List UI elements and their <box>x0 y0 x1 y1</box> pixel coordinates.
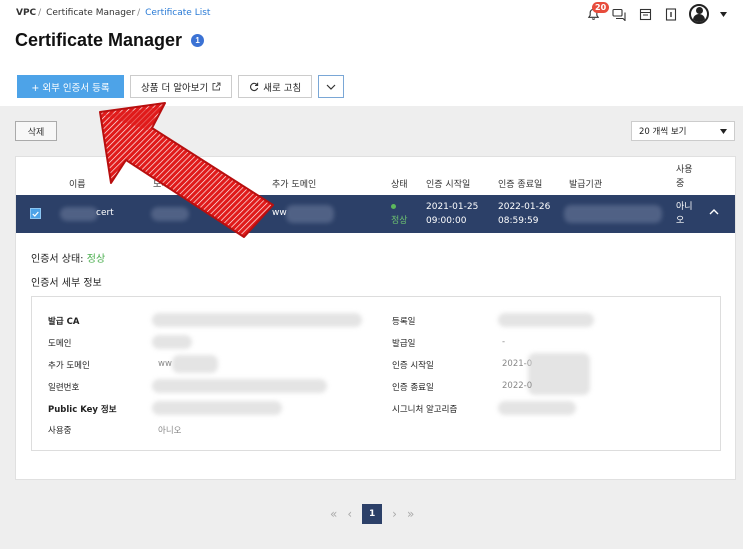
redacted-ca <box>152 313 362 327</box>
toolbar: + 외부 인증서 등록 상품 더 알아보기 새로 고침 <box>17 75 345 98</box>
redacted-signature <box>498 401 576 415</box>
notification-badge: 20 <box>592 2 610 13</box>
in-use-value: 아니오 <box>158 426 182 436</box>
refresh-button[interactable]: 새로 고침 <box>238 75 313 98</box>
redacted-issuer <box>564 205 662 223</box>
user-avatar[interactable] <box>689 4 709 24</box>
chevron-up-icon[interactable] <box>709 208 719 215</box>
page-current[interactable]: 1 <box>362 504 383 524</box>
row-extra-domain: ww <box>272 208 287 218</box>
register-external-cert-button[interactable]: + 외부 인증서 등록 <box>17 75 124 98</box>
start-label: 인증 시작일 <box>392 361 434 371</box>
row-in-use: 아니 오 <box>676 202 693 226</box>
detail-status: 인증서 상태: 정상 <box>31 250 105 265</box>
chat-icon[interactable] <box>611 6 627 22</box>
title-count-badge[interactable]: 1 <box>191 34 205 47</box>
row-start: 2021-01-25 09:00:00 <box>426 202 479 226</box>
learn-more-button[interactable]: 상품 더 알아보기 <box>130 75 233 98</box>
refresh-label: 새로 고침 <box>263 82 302 94</box>
breadcrumb-current[interactable]: Certificate List <box>145 8 210 18</box>
page-size-value: 20 개씩 보기 <box>639 127 687 137</box>
next-page-icon[interactable]: › <box>392 507 397 521</box>
bell-icon[interactable]: 20 <box>585 2 610 22</box>
page-size-select[interactable]: 20 개씩 보기 <box>631 121 735 141</box>
row-status: 정상 <box>391 200 408 228</box>
ca-label: 발급 CA <box>48 317 80 327</box>
breadcrumb-root[interactable]: VPC <box>16 8 36 18</box>
breadcrumb-section[interactable]: Certificate Manager <box>46 8 135 18</box>
last-page-icon[interactable]: » <box>407 507 414 521</box>
page-title: Certificate Manager 1 <box>15 30 205 51</box>
header-icons: 20 <box>585 2 727 24</box>
delete-button[interactable]: 삭제 <box>15 121 57 141</box>
more-options-button[interactable] <box>318 75 345 98</box>
caret-down-icon[interactable] <box>719 6 727 22</box>
registered-label: 등록일 <box>392 317 416 327</box>
row-name: cert <box>96 208 114 218</box>
end-label: 인증 종료일 <box>392 383 434 393</box>
extra-domain-label: 추가 도메인 <box>48 361 90 371</box>
refresh-icon <box>250 82 259 91</box>
signature-label: 시그니처 알고리즘 <box>392 405 458 415</box>
certificate-table: 이름 도메인 추가 도메인 상태 인증 시작일 인증 종료일 발급기관 사용 중 … <box>15 156 736 480</box>
row-end: 2022-01-26 08:59:59 <box>498 202 551 226</box>
inbox-icon[interactable] <box>637 6 653 22</box>
end-value: 2022-0 <box>502 381 533 391</box>
pubkey-label: Public Key 정보 <box>48 405 117 415</box>
breadcrumb: VPC / Certificate Manager / Certificate Li… <box>16 8 211 18</box>
document-icon[interactable] <box>663 6 679 22</box>
top-header: VPC / Certificate Manager / Certificate Li… <box>0 0 743 106</box>
page-title-text: Certificate Manager <box>15 30 183 50</box>
header-issuer[interactable]: 발급기관 <box>569 177 602 190</box>
redacted-pubkey <box>152 401 282 415</box>
domain-label: 도메인 <box>48 339 72 349</box>
register-button-label: + 외부 인증서 등록 <box>31 82 110 94</box>
detail-info-box: 발급 CA 도메인 추가 도메인 ww 일련번호 Public Key 정보 사… <box>31 296 721 451</box>
serial-label: 일련번호 <box>48 383 80 393</box>
learn-more-label: 상품 더 알아보기 <box>141 82 209 94</box>
detail-status-value: 정상 <box>86 254 106 265</box>
header-start-date[interactable]: 인증 시작일 <box>426 177 470 190</box>
header-name[interactable]: 이름 <box>69 177 86 190</box>
redacted-extra-domain-value <box>172 355 218 373</box>
redacted-extra-domain <box>286 205 334 223</box>
redacted-registered <box>498 313 594 327</box>
in-use-label: 사용중 <box>48 426 72 436</box>
prev-page-icon[interactable]: ‹ <box>347 507 352 521</box>
status-dot-icon <box>391 204 396 209</box>
external-link-icon <box>212 82 221 91</box>
row-checkbox[interactable] <box>30 208 41 219</box>
redacted-dates <box>528 353 590 395</box>
redacted-name <box>60 207 98 221</box>
detail-section-title: 인증서 세부 정보 <box>31 278 102 289</box>
header-in-use[interactable]: 사용 중 <box>676 163 693 191</box>
table-header: 이름 도메인 추가 도메인 상태 인증 시작일 인증 종료일 발급기관 사용 중 <box>16 157 735 195</box>
pagination: « ‹ 1 › » <box>330 504 414 524</box>
table-row-selected[interactable]: cert ww 정상 2021-01-25 09:00:00 2022-01-26… <box>16 195 735 233</box>
caret-down-icon <box>720 128 727 134</box>
header-end-date[interactable]: 인증 종료일 <box>498 177 542 190</box>
chevron-down-icon <box>326 84 336 90</box>
issued-value: - <box>502 337 506 347</box>
header-extra-domain[interactable]: 추가 도메인 <box>272 177 316 190</box>
first-page-icon[interactable]: « <box>330 507 337 521</box>
redacted-domain <box>151 207 189 221</box>
detail-status-label: 인증서 상태: <box>31 254 84 265</box>
redacted-domain-value <box>152 335 192 349</box>
header-status[interactable]: 상태 <box>391 177 408 190</box>
issued-label: 발급일 <box>392 339 416 349</box>
extra-domain-value: ww <box>158 359 172 369</box>
header-domain[interactable]: 도메인 <box>153 177 178 190</box>
redacted-serial <box>152 379 327 393</box>
